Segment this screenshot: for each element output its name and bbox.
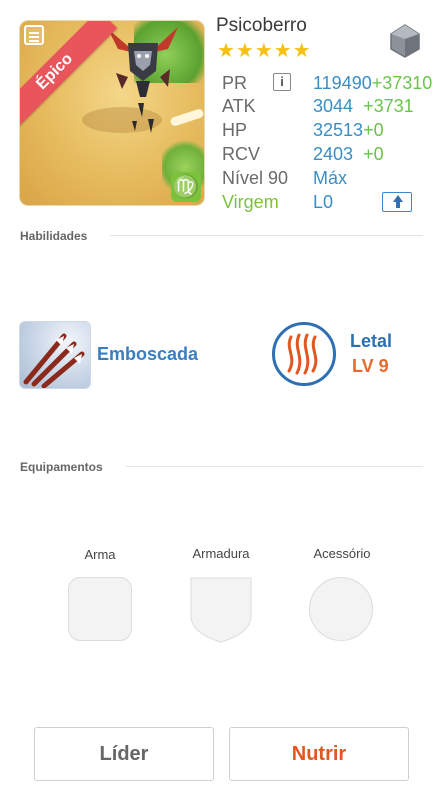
stat-value-pr: 119490+37310: [313, 73, 432, 94]
stat-value: 3044: [313, 96, 354, 116]
stat-label-hp: HP: [222, 120, 248, 140]
stat-bonus: +0: [363, 120, 384, 140]
zodiac-virgo-icon: ♍: [171, 172, 201, 202]
leader-button[interactable]: Líder: [34, 727, 214, 781]
stat-label-rcv: RCV: [222, 144, 261, 164]
active-skill-name: Emboscada: [97, 344, 199, 364]
stat-label-pr: PR: [222, 73, 248, 93]
upgrade-arrow-button[interactable]: [382, 192, 412, 212]
character-name: Psicoberro: [216, 15, 307, 36]
stat-label-atk: ATK: [222, 96, 256, 116]
stat-value: 2403: [313, 144, 354, 164]
star-rating: ★★★★★: [217, 40, 312, 62]
stat-label-level: Nível 90: [222, 168, 289, 188]
accessory-slot-icon[interactable]: [309, 577, 373, 641]
armor-slot-icon[interactable]: [189, 576, 253, 644]
stat-value-level: Máx: [313, 168, 348, 188]
weapon-slot-icon[interactable]: [68, 577, 132, 641]
skills-section-title: Habilidades: [20, 229, 88, 243]
claw-marks-icon[interactable]: [272, 322, 336, 386]
passive-skill-level: LV 9: [352, 356, 389, 376]
monster-portrait: [108, 27, 178, 133]
arrows-icon[interactable]: [20, 322, 90, 388]
divider: [126, 466, 423, 467]
armor-slot-label: Armadura: [192, 546, 250, 561]
feed-button[interactable]: Nutrir: [229, 727, 409, 781]
character-portrait[interactable]: Épico ♍: [20, 21, 204, 205]
rarity-label: Épico: [33, 50, 77, 94]
stat-value-rcv: 2403 +0: [313, 144, 384, 165]
stat-bonus: +0: [363, 144, 384, 164]
stat-value-zodiac-level: L0: [313, 192, 334, 212]
divider: [110, 235, 423, 236]
accessory-slot-label: Acessório: [313, 546, 371, 561]
stat-value: 32513: [313, 120, 364, 140]
gray-gem-icon: [390, 24, 420, 58]
stat-bonus: +37310: [371, 73, 433, 93]
stat-value-atk: 3044 +3731: [313, 96, 414, 117]
weapon-slot-label: Arma: [84, 547, 116, 562]
stat-value: 119490: [313, 73, 372, 93]
equipment-section-title: Equipamentos: [20, 460, 103, 474]
list-icon: [24, 25, 44, 45]
stat-bonus: +3731: [363, 96, 414, 116]
stat-value-hp: 32513+0: [313, 120, 384, 141]
stat-label-zodiac: Virgem: [222, 192, 279, 212]
passive-skill-name: Letal: [350, 331, 393, 351]
info-icon[interactable]: i: [273, 73, 291, 91]
